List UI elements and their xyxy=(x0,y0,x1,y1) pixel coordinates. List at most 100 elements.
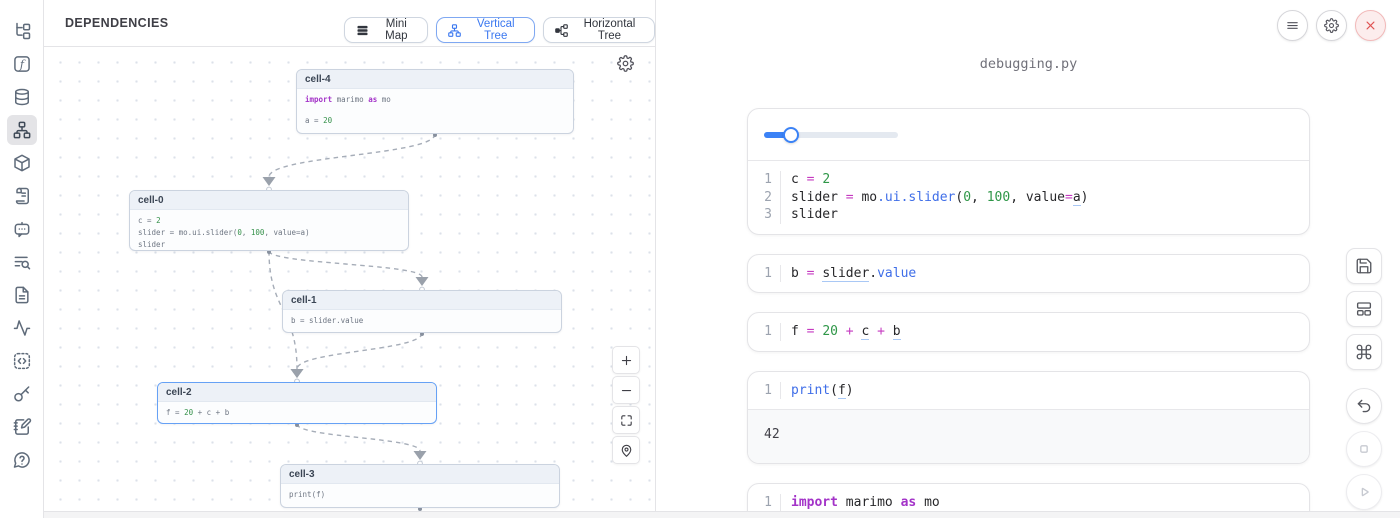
settings-icon xyxy=(1324,18,1339,33)
graph-node-title: cell-2 xyxy=(158,383,436,402)
activity-icon xyxy=(12,318,32,338)
graph-node-code: f = 20 + c + b xyxy=(158,402,436,423)
settings-button[interactable] xyxy=(1316,10,1347,41)
code-token: mo xyxy=(377,95,391,104)
code-token: b xyxy=(893,324,901,340)
view-button-horizontal-tree[interactable]: Horizontal Tree xyxy=(543,17,655,43)
code-lines: c = 2slider = mo.ui.slider(0, 100, value… xyxy=(781,171,1088,224)
graph-minus-button[interactable] xyxy=(612,376,640,404)
minus-icon xyxy=(619,383,634,398)
notebook-area: debugging.py 123c = 2slider = mo.ui.slid… xyxy=(656,0,1400,518)
code-token: mo xyxy=(916,495,939,510)
graph-node-title: cell-0 xyxy=(130,191,408,210)
notebook-cell-1: 1b = slider.value xyxy=(747,254,1310,294)
sidebar-item-database[interactable] xyxy=(7,82,37,112)
code-token: .ui.slider xyxy=(877,190,955,205)
undo-icon xyxy=(1355,397,1373,415)
function-icon: f xyxy=(12,54,32,74)
help-icon xyxy=(12,450,32,470)
code-token: = xyxy=(1065,190,1073,205)
stop-button[interactable] xyxy=(1346,431,1382,467)
graph-node-code-line: c = 2 xyxy=(138,215,400,227)
graph-plus-button[interactable] xyxy=(612,346,640,374)
settings-icon xyxy=(617,55,634,72)
line-numbers: 123 xyxy=(748,171,781,224)
view-button-label: Horizontal Tree xyxy=(575,18,644,42)
graph-fit-view-button[interactable] xyxy=(612,406,640,434)
scroll-icon xyxy=(12,186,32,206)
shutdown-button[interactable] xyxy=(1355,10,1386,41)
line-numbers: 1 xyxy=(748,323,781,341)
layout-button[interactable] xyxy=(1346,291,1382,327)
graph-node-cell-0[interactable]: cell-0c = 2slider = mo.ui.slider(0, 100,… xyxy=(129,190,409,251)
code-token: 20 xyxy=(323,116,332,125)
notebook-pen-icon xyxy=(12,417,32,437)
line-number: 3 xyxy=(748,206,772,224)
menu-icon xyxy=(1285,18,1300,33)
graph-locate-button[interactable] xyxy=(612,436,640,464)
graph-view-toolbar: Mini Map Vertical Tree Horizontal Tree xyxy=(344,17,655,43)
command-icon xyxy=(1355,343,1373,361)
code-lines: print(f) xyxy=(781,382,854,400)
graph-node-cell-2[interactable]: cell-2f = 20 + c + b xyxy=(157,382,437,424)
code-lines: f = 20 + c + b xyxy=(781,323,901,341)
code-token: ) xyxy=(846,383,854,398)
sidebar-item-scroll[interactable] xyxy=(7,181,37,211)
command-button[interactable] xyxy=(1346,334,1382,370)
fit-view-icon xyxy=(619,413,634,428)
sidebar-item-document[interactable] xyxy=(7,280,37,310)
sidebar-item-package[interactable] xyxy=(7,148,37,178)
code-lines: b = slider.value xyxy=(781,265,916,283)
code-line: f = 20 + c + b xyxy=(791,323,901,341)
sidebar-item-function[interactable]: f xyxy=(7,49,37,79)
notebook-filename[interactable]: debugging.py xyxy=(747,56,1310,72)
dependency-graph-canvas[interactable]: cell-4import marimo as moa = 20cell-0c =… xyxy=(44,47,655,518)
graph-node-cell-1[interactable]: cell-1b = slider.value xyxy=(282,290,562,333)
play-button[interactable] xyxy=(1346,474,1382,510)
locate-icon xyxy=(619,443,634,458)
slider-thumb[interactable] xyxy=(783,127,799,143)
graph-node-code-line: a = 20 xyxy=(305,115,565,127)
sidebar-item-snippets[interactable] xyxy=(7,346,37,376)
code-token: slider = mo.ui.slider( xyxy=(138,228,237,237)
code-token: marimo xyxy=(332,95,368,104)
cell-editor[interactable]: 1b = slider.value xyxy=(748,255,1309,293)
line-numbers: 1 xyxy=(748,382,781,400)
slider-widget[interactable] xyxy=(764,125,898,145)
sidebar-item-chat[interactable] xyxy=(7,214,37,244)
sidebar-item-key[interactable] xyxy=(7,379,37,409)
menu-button[interactable] xyxy=(1277,10,1308,41)
sidebar-item-help[interactable] xyxy=(7,445,37,475)
code-line: slider = mo.ui.slider(0, 100, value=a) xyxy=(791,189,1088,207)
undo-button[interactable] xyxy=(1346,388,1382,424)
cell-editor[interactable]: 1print(f) xyxy=(748,372,1309,410)
graph-settings-button[interactable] xyxy=(616,55,634,73)
code-token: import xyxy=(305,95,332,104)
cell-editor[interactable]: 123c = 2slider = mo.ui.slider(0, 100, va… xyxy=(748,161,1309,234)
cell-editor[interactable]: 1 f = 20 + c + b xyxy=(748,313,1309,351)
line-number: 1 xyxy=(748,323,772,341)
graph-node-cell-4[interactable]: cell-4import marimo as moa = 20 xyxy=(296,69,574,134)
code-token: . xyxy=(869,266,877,281)
sidebar-item-notebook-pen[interactable] xyxy=(7,412,37,442)
code-token xyxy=(869,324,877,339)
view-button-minimap[interactable]: Mini Map xyxy=(344,17,428,43)
sidebar-item-activity[interactable] xyxy=(7,313,37,343)
graph-node-cell-3[interactable]: cell-3print(f) xyxy=(280,464,560,508)
snippets-icon xyxy=(12,351,32,371)
code-token: 2 xyxy=(156,216,161,225)
notebook-cell-3: 1print(f)42 xyxy=(747,371,1310,465)
code-token: as xyxy=(368,95,377,104)
dependency-graph-icon xyxy=(12,120,32,140)
sidebar-item-dependency-graph[interactable] xyxy=(7,115,37,145)
sidebar-item-file-tree[interactable] xyxy=(7,16,37,46)
code-token: c = xyxy=(138,216,156,225)
code-token: 20 xyxy=(822,324,838,339)
database-icon xyxy=(12,87,32,107)
code-token: f = xyxy=(166,408,184,417)
graph-node-title: cell-1 xyxy=(283,291,561,310)
save-button[interactable] xyxy=(1346,248,1382,284)
vertical-tree-icon xyxy=(447,23,462,38)
sidebar-item-list-search[interactable] xyxy=(7,247,37,277)
view-button-vertical-tree[interactable]: Vertical Tree xyxy=(436,17,535,43)
